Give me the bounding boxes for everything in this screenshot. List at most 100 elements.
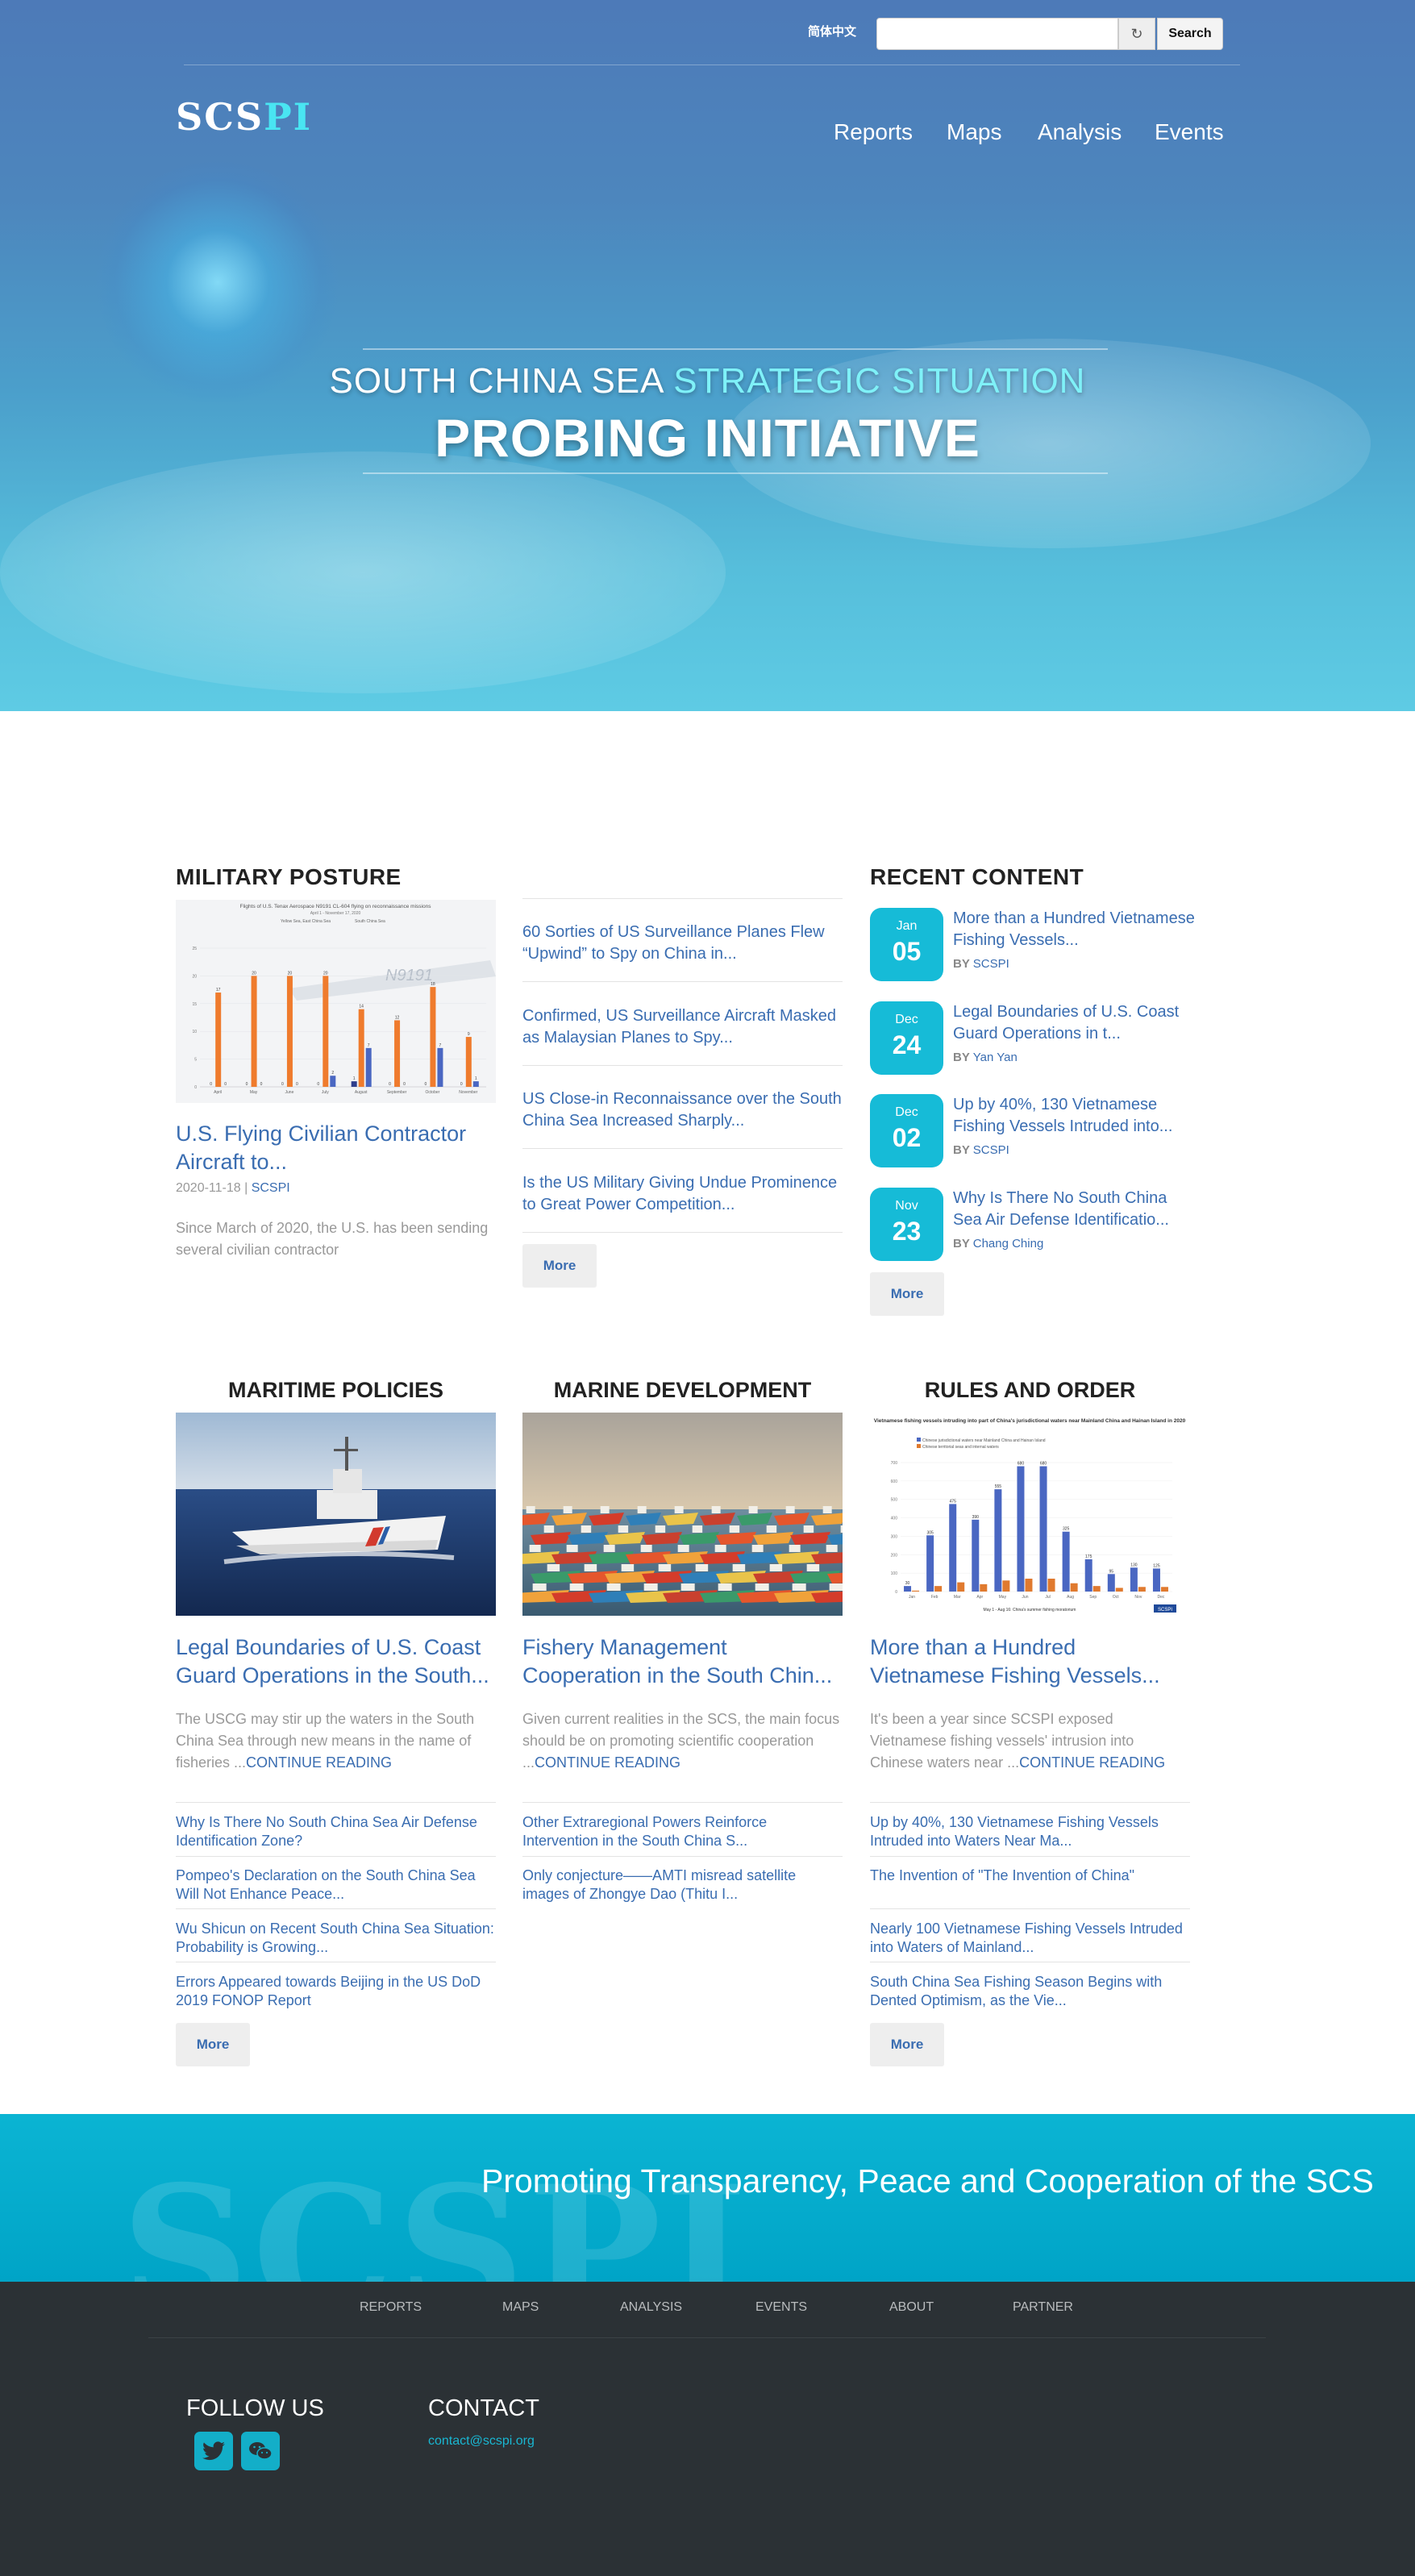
footer-nav-events[interactable]: EVENTS xyxy=(755,2300,807,2315)
rules-link-1[interactable]: Up by 40%, 130 Vietnamese Fishing Vessel… xyxy=(870,1813,1190,1850)
bar-value-label: 1 xyxy=(353,1076,356,1081)
recent-item-title[interactable]: Why Is There No South China Sea Air Defe… xyxy=(953,1188,1195,1231)
y-tick-label: 0 xyxy=(194,1085,197,1090)
bar-value-label: 325 xyxy=(1063,1527,1070,1532)
maritime-link-4[interactable]: Errors Appeared towards Beijing in the U… xyxy=(176,1973,496,2010)
date-day: 05 xyxy=(892,937,922,966)
boat-cabin xyxy=(563,1506,572,1513)
vessel-chart-image[interactable]: Vietnamese fishing vessels intruding int… xyxy=(870,1413,1190,1616)
recent-item-title[interactable]: Legal Boundaries of U.S. Coast Guard Ope… xyxy=(953,1001,1195,1045)
military-link-1[interactable]: 60 Sorties of US Surveillance Planes Fle… xyxy=(522,922,843,965)
bar-value-label: 9 xyxy=(468,1032,470,1037)
y-tick-label: 700 xyxy=(891,1461,898,1466)
military-link-4[interactable]: Is the US Military Giving Undue Prominen… xyxy=(522,1172,843,1216)
divider xyxy=(522,981,843,982)
recent-item-author[interactable]: SCSPI xyxy=(973,957,1009,971)
nav-reports[interactable]: Reports xyxy=(834,119,913,145)
military-chart-image[interactable]: N9191 Flights of U.S. Tenax Aerospace N9… xyxy=(176,900,496,1103)
maritime-more-button[interactable]: More xyxy=(176,2023,250,2066)
recent-more-button[interactable]: More xyxy=(870,1272,944,1316)
wechat-icon[interactable] xyxy=(241,2432,280,2470)
rules-more-button[interactable]: More xyxy=(870,2023,944,2066)
bar-value-label: 12 xyxy=(395,1015,400,1020)
maritime-link-2[interactable]: Pompeo's Declaration on the South China … xyxy=(176,1866,496,1904)
date-badge: Dec 02 xyxy=(870,1094,943,1167)
military-headline-link[interactable]: U.S. Flying Civilian Contractor Aircraft… xyxy=(176,1120,496,1176)
nav-analysis[interactable]: Analysis xyxy=(1038,119,1122,145)
section-title-military: MILITARY POSTURE xyxy=(176,864,402,889)
twitter-icon[interactable] xyxy=(194,2432,233,2470)
bar xyxy=(1002,1580,1010,1592)
recent-item-author[interactable]: Chang Ching xyxy=(973,1237,1044,1251)
coast-guard-ship-image[interactable] xyxy=(176,1413,496,1616)
bar-value-label: 0 xyxy=(296,1082,298,1087)
maritime-link-1[interactable]: Why Is There No South China Sea Air Defe… xyxy=(176,1813,496,1850)
military-link-2[interactable]: Confirmed, US Surveillance Aircraft Mask… xyxy=(522,1005,843,1049)
nav-events[interactable]: Events xyxy=(1155,119,1224,145)
bar xyxy=(934,1586,943,1592)
y-tick-label: 600 xyxy=(891,1479,898,1484)
bar xyxy=(215,993,222,1087)
site-logo[interactable]: SCSPI xyxy=(176,95,312,139)
footer-nav-reports[interactable]: REPORTS xyxy=(360,2300,422,2315)
continue-reading-link[interactable]: CONTINUE READING xyxy=(1019,1754,1165,1771)
maritime-link-3[interactable]: Wu Shicun on Recent South China Sea Situ… xyxy=(176,1920,496,1957)
date-month: Dec xyxy=(895,1105,918,1119)
y-tick-label: 5 xyxy=(194,1058,197,1063)
bar xyxy=(1084,1559,1092,1592)
footer-nav-partner[interactable]: PARTNER xyxy=(1013,2300,1073,2315)
boat-cabin xyxy=(769,1564,783,1571)
hero-tagline: SOUTH CHINA SEA STRATEGIC SITUATION xyxy=(242,361,1173,402)
maritime-headline-link[interactable]: Legal Boundaries of U.S. Coast Guard Ope… xyxy=(176,1633,496,1690)
bar-value-label: 175 xyxy=(1085,1554,1092,1559)
recent-item-author[interactable]: SCSPI xyxy=(973,1143,1009,1157)
boat-cabin xyxy=(526,1506,535,1513)
y-tick-label: 25 xyxy=(192,947,197,951)
boat-cabin xyxy=(621,1564,635,1571)
y-tick-label: 200 xyxy=(891,1553,898,1558)
military-more-button[interactable]: More xyxy=(522,1244,597,1288)
x-tick-label: July xyxy=(322,1090,329,1095)
military-link-3[interactable]: US Close-in Reconnaissance over the Sout… xyxy=(522,1088,843,1132)
rules-headline-link[interactable]: More than a Hundred Vietnamese Fishing V… xyxy=(870,1633,1190,1690)
fishing-boats-image[interactable] xyxy=(522,1413,843,1616)
bar-value-label: 20 xyxy=(252,971,256,976)
chart-legend-2: South China Sea xyxy=(355,919,385,924)
x-tick-label: November xyxy=(459,1090,477,1095)
divider xyxy=(870,1908,1190,1909)
recent-item-author[interactable]: Yan Yan xyxy=(973,1051,1018,1064)
footer-nav-about[interactable]: ABOUT xyxy=(889,2300,934,2315)
boat-cabin xyxy=(732,1564,746,1571)
bar xyxy=(437,1047,443,1087)
recent-item-title[interactable]: More than a Hundred Vietnamese Fishing V… xyxy=(953,908,1195,951)
y-tick-label: 400 xyxy=(891,1517,898,1521)
footer-nav-analysis[interactable]: ANALYSIS xyxy=(620,2300,682,2315)
refresh-icon[interactable]: ↻ xyxy=(1118,18,1155,50)
marine-link-1[interactable]: Other Extraregional Powers Reinforce Int… xyxy=(522,1813,843,1850)
continue-reading-link[interactable]: CONTINUE READING xyxy=(246,1754,392,1771)
footer-nav-maps[interactable]: MAPS xyxy=(502,2300,539,2315)
search-input[interactable] xyxy=(876,18,1118,50)
nav-maps[interactable]: Maps xyxy=(947,119,1001,145)
date-badge: Jan 05 xyxy=(870,908,943,981)
continue-reading-link[interactable]: CONTINUE READING xyxy=(535,1754,680,1771)
bar-value-label: 390 xyxy=(972,1515,980,1520)
search-button[interactable]: Search xyxy=(1157,18,1223,50)
rules-link-3[interactable]: Nearly 100 Vietnamese Fishing Vessels In… xyxy=(870,1920,1190,1957)
rules-link-2[interactable]: The Invention of "The Invention of China… xyxy=(870,1866,1190,1885)
language-switch-link[interactable]: 简体中文 xyxy=(808,23,856,40)
bar xyxy=(1070,1583,1078,1592)
bar xyxy=(251,976,257,1087)
boat-cabin xyxy=(637,1506,647,1513)
marine-headline-link[interactable]: Fishery Management Cooperation in the So… xyxy=(522,1633,843,1690)
recent-item-title[interactable]: Up by 40%, 130 Vietnamese Fishing Vessel… xyxy=(953,1094,1195,1138)
x-tick-label: October xyxy=(426,1090,440,1095)
bar xyxy=(972,1519,980,1592)
bar-value-label: 0 xyxy=(317,1082,319,1087)
x-tick-label: June xyxy=(285,1090,294,1095)
post-author-link[interactable]: SCSPI xyxy=(252,1181,290,1195)
contact-email-link[interactable]: contact@scspi.org xyxy=(428,2434,535,2449)
recent-item-byline: BY Chang Ching xyxy=(953,1237,1043,1251)
marine-link-2[interactable]: Only conjecture——AMTI misread satellite … xyxy=(522,1866,843,1904)
rules-link-4[interactable]: South China Sea Fishing Season Begins wi… xyxy=(870,1973,1190,2010)
